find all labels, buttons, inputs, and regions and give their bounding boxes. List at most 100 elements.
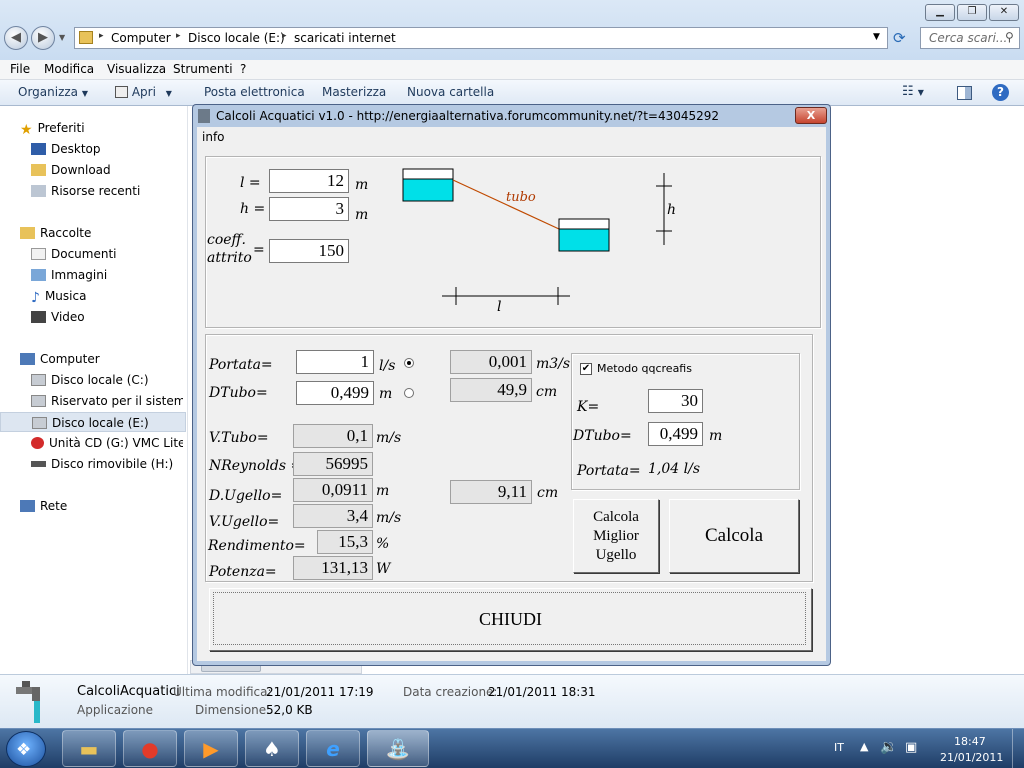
organize-button[interactable]: Organizza ▼ [18,85,88,101]
method-portata-label: Portata= [577,463,641,479]
new-folder-button[interactable]: Nuova cartella [407,85,494,99]
nav-computer[interactable]: Computer [20,349,100,369]
arrow-right-icon: ▶ [38,30,48,45]
media-player-icon: ▶ [203,737,219,761]
nav-recent[interactable]: Risorse recenti [31,181,140,201]
chevron-down-icon: ▼ [165,89,172,98]
dtubo-radio[interactable] [404,388,414,398]
focus-rectangle [213,592,806,645]
nav-favorites[interactable]: ★ Preferiti [20,118,85,138]
nav-drive-c[interactable]: Disco locale (C:) [31,370,149,390]
view-options-button[interactable]: ☷ ▼ [902,85,924,100]
method-checkbox[interactable]: ✔ [580,363,592,375]
taskbar-calcoli-acquatici[interactable]: ⛲ [367,730,429,767]
h-label: h = [240,201,266,217]
portata-input[interactable]: 1 [296,350,374,374]
dtubo-cm-unit: cm [536,384,558,400]
volume-icon[interactable]: 🔉 [880,739,897,755]
dialog-close-button[interactable]: X [795,107,827,124]
refresh-icon: ⟳ [893,29,906,47]
taskbar-app-red[interactable]: ● [123,730,177,767]
breadcrumb-computer[interactable]: Computer [111,31,171,45]
nav-network[interactable]: Rete [20,496,67,516]
nav-label: Disco rimovibile (H:) [51,457,174,471]
nav-libraries[interactable]: Raccolte [20,223,91,243]
clock-time[interactable]: 18:47 [954,735,986,748]
tray-expand-icon[interactable]: ▲ [860,740,868,753]
nav-download[interactable]: Download [31,160,111,180]
l-input[interactable]: 12 [269,169,349,193]
menu-strumenti[interactable]: Strumenti [173,61,233,77]
address-bar[interactable]: ▸ Computer ▸ Disco locale (E:) ▸ scarica… [74,27,888,49]
clock-date[interactable]: 21/01/2011 [940,751,1003,764]
calcola-button[interactable]: Calcola [669,499,799,573]
best-nozzle-label-2: Miglior [593,528,639,544]
nav-drive-e[interactable]: Disco locale (E:) [0,412,186,432]
nav-label: Preferiti [37,121,85,135]
taskbar-media-player[interactable]: ▶ [184,730,238,767]
back-button[interactable]: ◀ [4,26,28,50]
close-window-button[interactable]: ✕ [989,4,1019,21]
best-nozzle-button[interactable]: Calcola Miglior Ugello [573,499,659,573]
breadcrumb-drive[interactable]: Disco locale (E:) [188,31,285,45]
dtubo-input[interactable]: 0,499 [296,381,374,405]
address-history-dropdown-icon[interactable]: ▼ [873,32,880,42]
breadcrumb-separator-icon: ▸ [282,31,287,41]
search-icon[interactable]: ⚲ [1005,30,1014,44]
nav-music[interactable]: ♪ Musica [31,286,86,306]
network-tray-icon[interactable]: ▣ [905,740,917,755]
menu-info[interactable]: info [202,130,225,144]
forward-button[interactable]: ▶ [31,26,55,50]
email-button[interactable]: Posta elettronica [204,85,305,99]
nreynolds-output: 56995 [293,452,373,476]
dugello-cm-output: 9,11 [450,480,532,504]
refresh-button[interactable]: ⟳ [893,29,906,47]
breadcrumb-folder[interactable]: scaricati internet [294,31,396,45]
nav-cd-drive[interactable]: Unità CD (G:) VMC Lite 9 [31,433,183,453]
menu-modifica[interactable]: Modifica [44,61,94,77]
nav-images[interactable]: Immagini [31,265,107,285]
menu-visualizza[interactable]: Visualizza [107,61,166,77]
nav-removable[interactable]: Disco rimovibile (H:) [31,454,173,474]
method-checkbox-label[interactable]: Metodo qqcreafis [597,362,692,375]
nav-label: Musica [44,289,87,303]
taskbar-explorer[interactable]: ▬ [62,730,116,767]
desktop-icon [31,143,46,155]
taskbar-solitaire[interactable]: ♠ [245,730,299,767]
nav-video[interactable]: Video [31,307,85,327]
coeff-label-1: coeff. [207,232,246,248]
method-dtubo-output[interactable]: 0,499 [648,422,703,446]
menu-file[interactable]: File [10,61,30,77]
nav-desktop[interactable]: Desktop [31,139,101,159]
details-modified-label: Ultima modifica: [173,685,272,699]
k-input[interactable]: 30 [648,389,703,413]
start-button[interactable]: ❖ [6,731,46,767]
nav-label: Desktop [51,142,101,156]
h-input[interactable]: 3 [269,197,349,221]
show-desktop-button[interactable] [1012,729,1024,768]
menu-help[interactable]: ? [240,61,246,77]
taskbar-internet-explorer[interactable]: e [306,730,360,767]
minimize-button[interactable]: ▁ [925,4,955,21]
nav-label: Documenti [51,247,117,261]
preview-pane-button[interactable] [957,86,972,100]
burn-button[interactable]: Masterizza [322,85,386,99]
download-folder-icon [31,164,46,176]
help-button[interactable]: ? [992,84,1009,101]
maximize-button[interactable]: ❐ [957,4,987,21]
chevron-down-icon: ▼ [81,89,89,98]
open-button[interactable]: Apri ▼ [115,85,172,101]
coeff-input[interactable]: 150 [269,239,349,263]
nav-documents[interactable]: Documenti [31,244,117,264]
portata-radio[interactable] [404,358,414,368]
vtubo-label: V.Tubo= [209,430,269,446]
dtubo-label: DTubo= [209,385,268,401]
chiudi-button[interactable]: CHIUDI [209,588,812,651]
nav-drive-reserved[interactable]: Riservato per il sistema (I [31,391,183,411]
close-icon: X [806,109,816,122]
language-indicator[interactable]: IT [834,741,844,754]
coeff-label-2: attrito [207,250,252,266]
vtubo-unit: m/s [376,430,402,446]
recent-pages-dropdown[interactable]: ▼ [59,33,65,42]
help-icon: ? [997,85,1004,99]
